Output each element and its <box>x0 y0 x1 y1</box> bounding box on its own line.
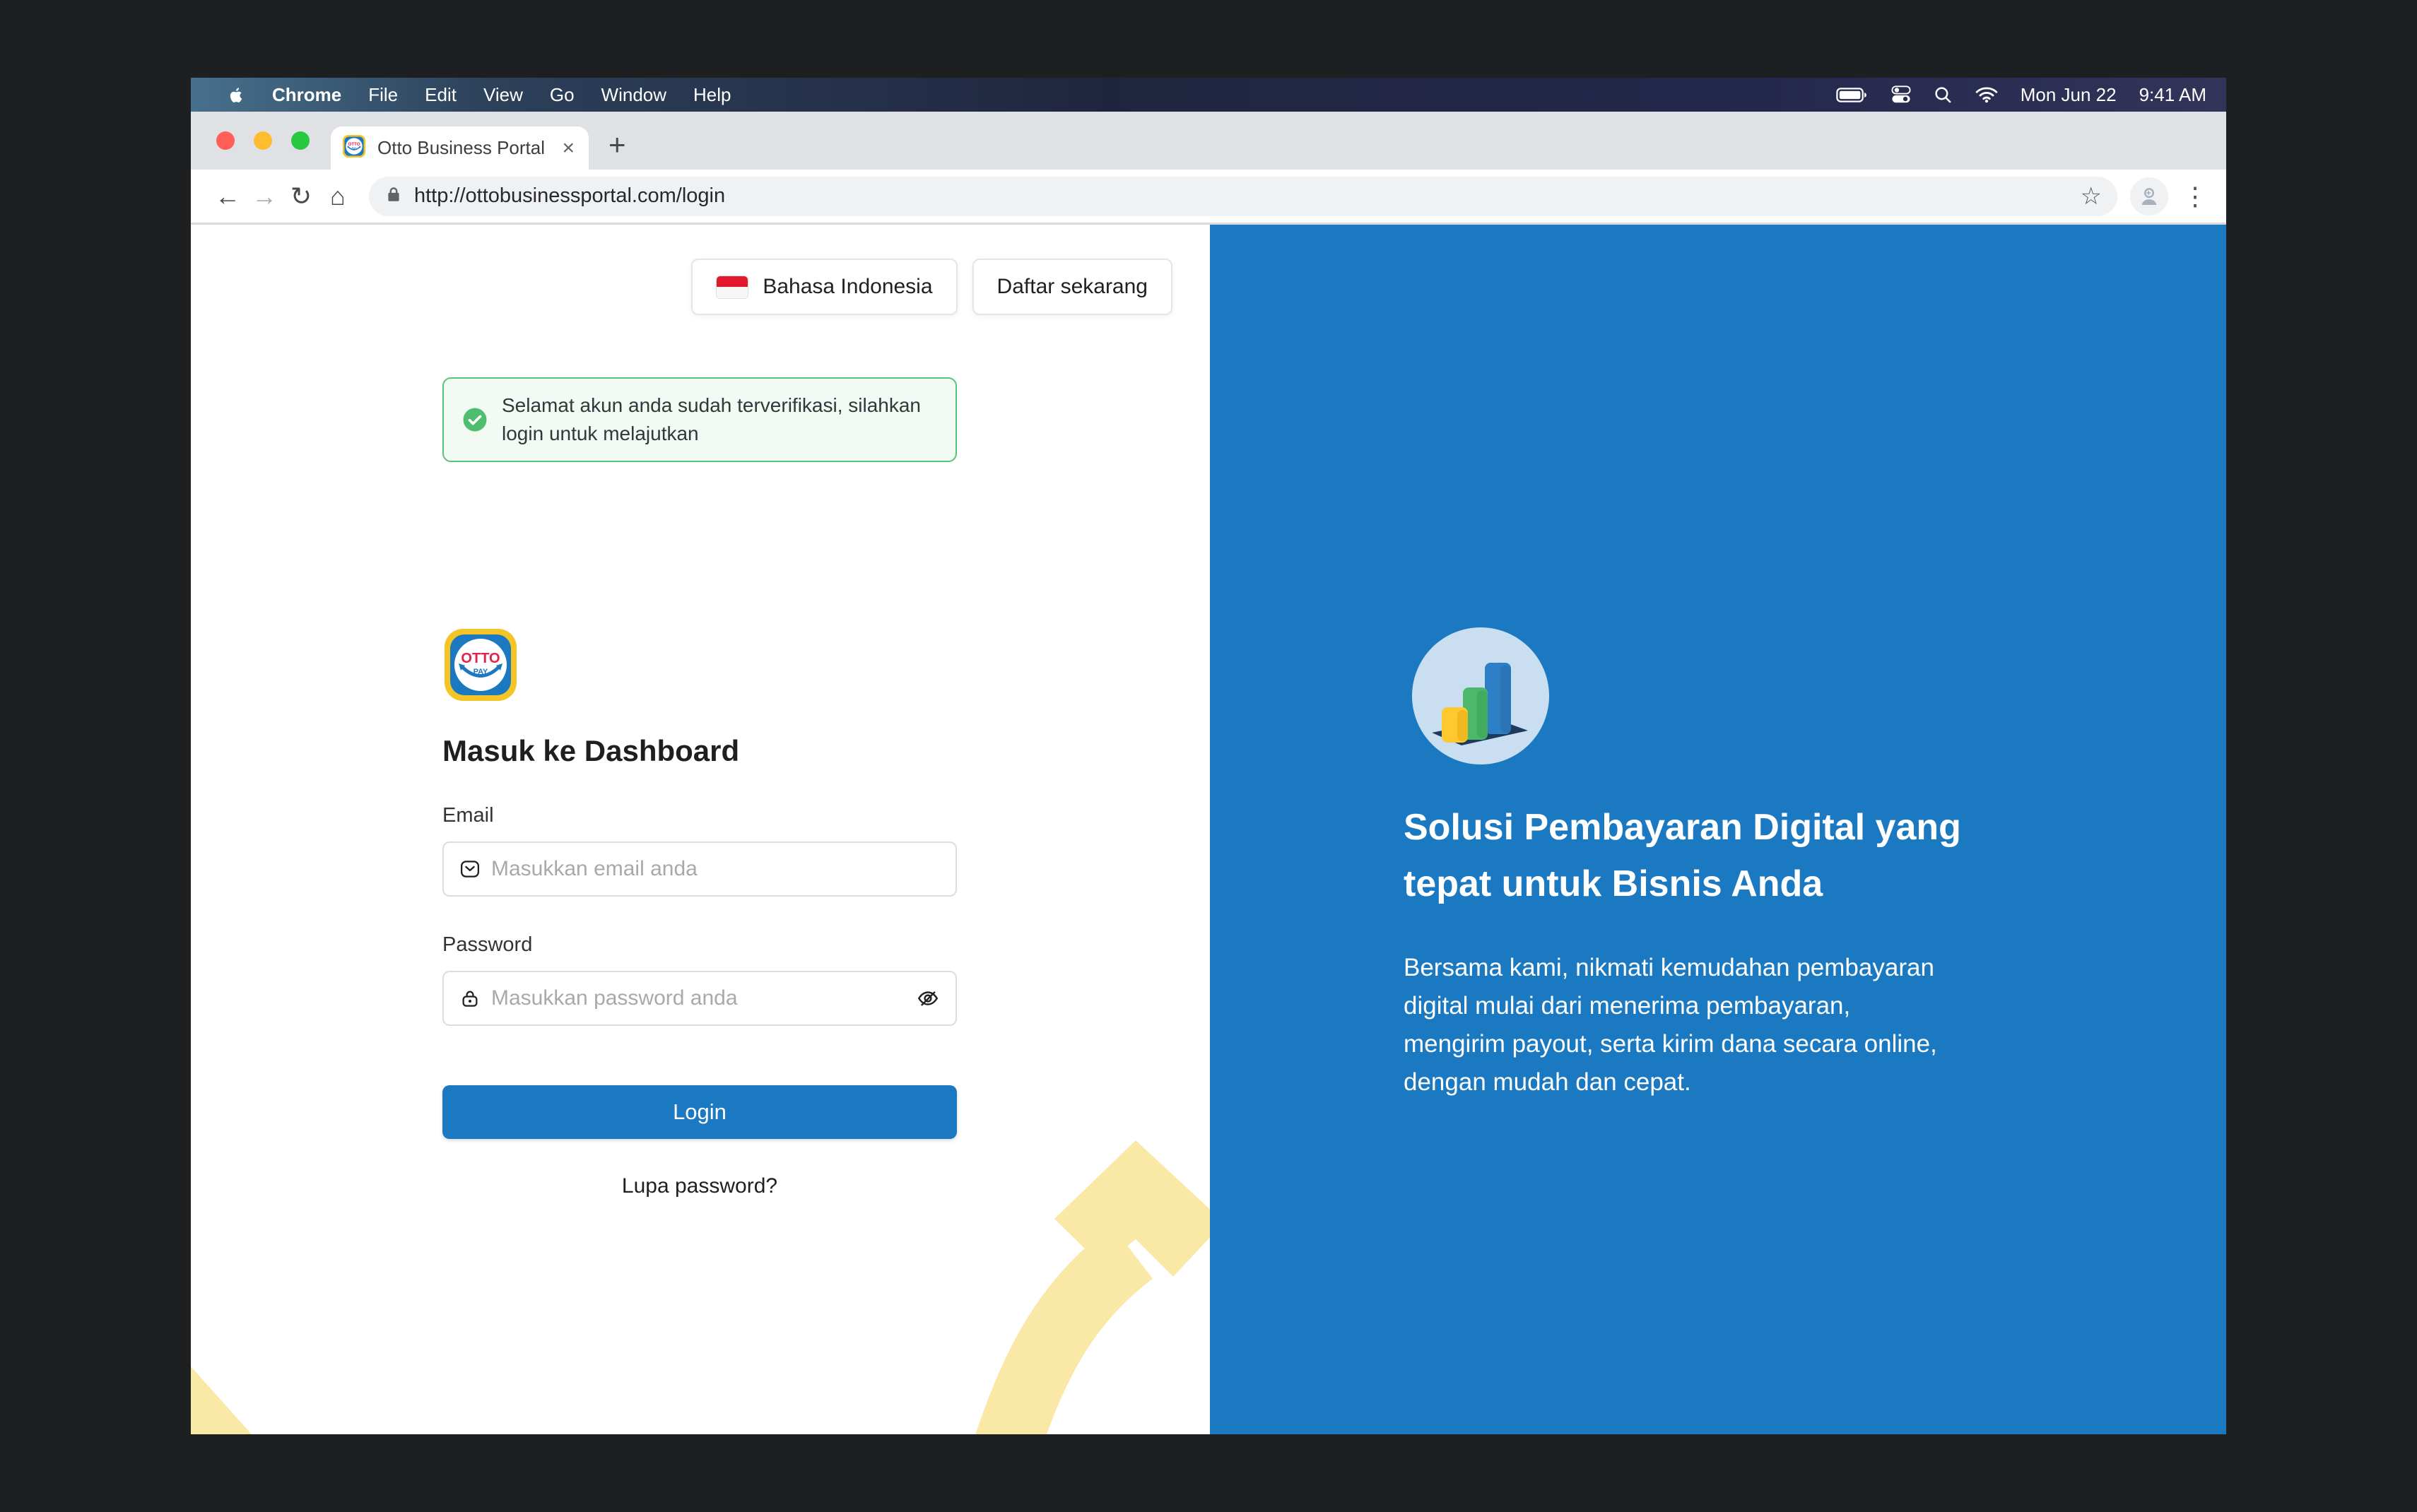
hero-description: Bersama kami, nikmati kemudahan pembayar… <box>1404 949 2040 1101</box>
browser-tab-strip: OTTOPAY Otto Business Portal × + <box>191 112 2226 170</box>
page-content: Bahasa Indonesia Daftar sekarang Selamat… <box>191 225 2226 1434</box>
battery-icon <box>1836 86 1869 104</box>
email-field[interactable] <box>442 841 957 897</box>
wifi-icon[interactable] <box>1975 86 1998 103</box>
browser-toolbar: ← → ↻ ⌂ http://ottobusinessportal.com/lo… <box>191 170 2226 223</box>
register-button[interactable]: Daftar sekarang <box>972 259 1172 315</box>
login-form: OTTOPAY Masuk ke Dashboard Email Passwor… <box>442 627 957 1198</box>
menu-help[interactable]: Help <box>693 84 731 106</box>
lock-icon <box>459 988 481 1009</box>
menubar-time: 9:41 AM <box>2139 84 2206 106</box>
password-label: Password <box>442 933 957 957</box>
menu-edit[interactable]: Edit <box>425 84 457 106</box>
spotlight-search-icon[interactable] <box>1934 85 1953 105</box>
new-tab-button[interactable]: + <box>608 130 626 160</box>
browser-tab[interactable]: OTTOPAY Otto Business Portal × <box>331 126 589 170</box>
tab-close-icon[interactable]: × <box>562 138 575 159</box>
menu-file[interactable]: File <box>368 84 398 106</box>
forward-icon[interactable]: → <box>246 184 283 209</box>
svg-text:OTTO: OTTO <box>348 142 360 147</box>
svg-text:OTTO: OTTO <box>461 651 500 666</box>
close-window-button[interactable] <box>216 131 235 150</box>
menu-window[interactable]: Window <box>601 84 666 106</box>
ottopay-favicon: OTTOPAY <box>342 134 366 162</box>
profile-avatar[interactable] <box>2130 177 2168 215</box>
ottopay-logo: OTTOPAY <box>442 627 957 703</box>
language-button-label: Bahasa Indonesia <box>763 275 932 299</box>
language-button[interactable]: Bahasa Indonesia <box>691 259 957 315</box>
menu-go[interactable]: Go <box>550 84 575 106</box>
login-button[interactable]: Login <box>442 1085 957 1139</box>
password-field[interactable] <box>442 971 957 1026</box>
check-circle-icon <box>462 407 488 432</box>
page-title: Masuk ke Dashboard <box>442 735 957 767</box>
tab-title: Otto Business Portal <box>377 137 551 159</box>
alert-message: Selamat akun anda sudah terverifikasi, s… <box>502 391 921 448</box>
email-input[interactable] <box>491 857 940 881</box>
url-text[interactable]: http://ottobusinessportal.com/login <box>414 184 725 208</box>
toggle-password-visibility-button[interactable] <box>916 986 940 1010</box>
login-panel: Bahasa Indonesia Daftar sekarang Selamat… <box>191 225 1210 1434</box>
yellow-arrow-decoration <box>913 1130 1210 1434</box>
email-label: Email <box>442 804 957 827</box>
bookmark-star-icon[interactable]: ☆ <box>2081 182 2102 211</box>
browser-menu-icon[interactable]: ⋮ <box>2182 182 2208 211</box>
minimize-window-button[interactable] <box>254 131 272 150</box>
password-input[interactable] <box>491 986 905 1010</box>
yellow-corner-decoration <box>191 1366 252 1434</box>
window-controls <box>191 112 310 170</box>
forgot-password-link[interactable]: Lupa password? <box>442 1174 957 1198</box>
apple-menu-icon[interactable] <box>228 86 245 104</box>
zoom-window-button[interactable] <box>291 131 310 150</box>
padlock-icon[interactable] <box>384 185 403 207</box>
back-icon[interactable]: ← <box>209 184 246 209</box>
menubar-date: Mon Jun 22 <box>2021 84 2117 106</box>
reload-icon[interactable]: ↻ <box>283 184 319 209</box>
macbook-screen: Chrome File Edit View Go Window Help Mon… <box>191 78 2226 1434</box>
control-center-icon[interactable] <box>1891 85 1911 105</box>
address-bar[interactable]: http://ottobusinessportal.com/login ☆ <box>369 177 2117 216</box>
top-buttons: Bahasa Indonesia Daftar sekarang <box>691 259 1172 315</box>
hero-title: Solusi Pembayaran Digital yang tepat unt… <box>1404 799 2040 912</box>
macos-menu-bar: Chrome File Edit View Go Window Help Mon… <box>191 78 2226 112</box>
menu-view[interactable]: View <box>483 84 523 106</box>
home-icon[interactable]: ⌂ <box>319 184 356 209</box>
hero-panel: Solusi Pembayaran Digital yang tepat unt… <box>1210 225 2226 1434</box>
register-button-label: Daftar sekarang <box>997 275 1148 299</box>
mail-icon <box>459 858 481 880</box>
indonesia-flag-icon <box>716 276 748 299</box>
menu-app-chrome[interactable]: Chrome <box>272 84 341 106</box>
success-alert: Selamat akun anda sudah terverifikasi, s… <box>442 377 957 462</box>
bar-chart-illustration <box>1412 627 1549 764</box>
